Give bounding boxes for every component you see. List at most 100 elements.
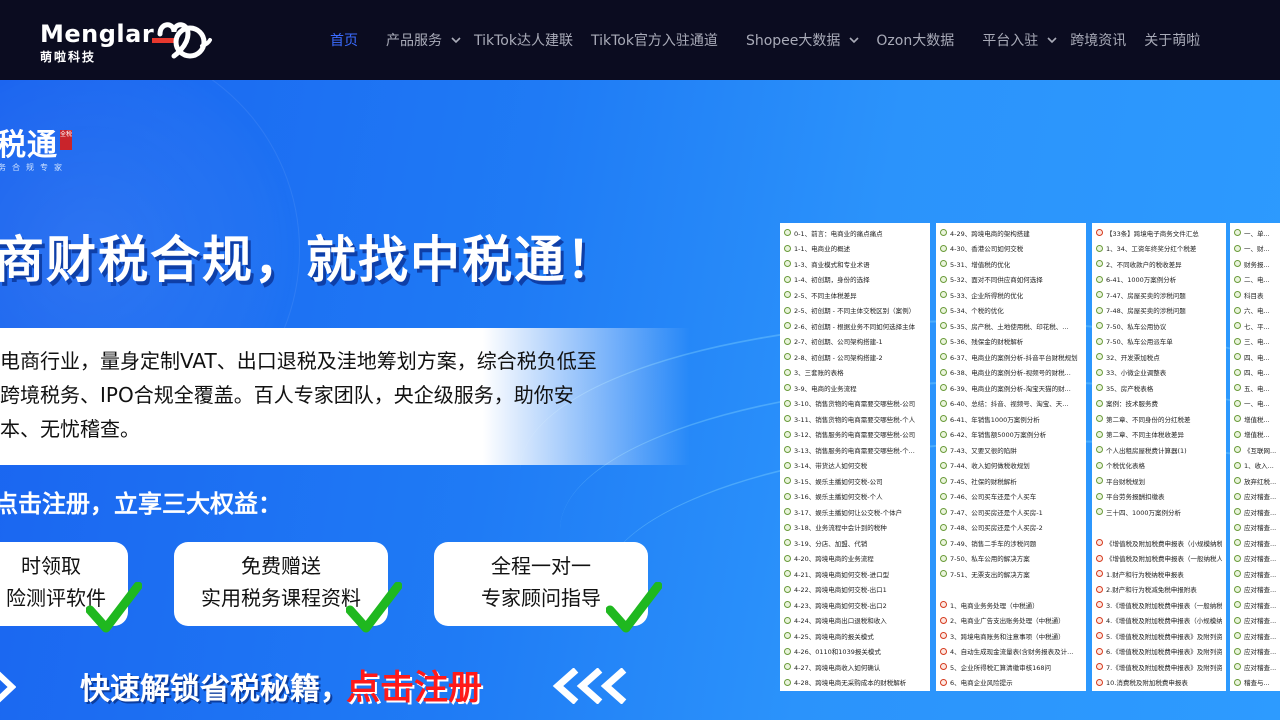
nav-home[interactable]: 首页 xyxy=(330,30,358,50)
document-icon xyxy=(784,678,791,686)
doc-title: 7-47、公司买房还是个人买房-1 xyxy=(950,508,1043,517)
promo-banner[interactable]: 税通 全税 务合规专家 商财税合规，就找中税通！ 电商行业，量身定制VAT、出口… xyxy=(0,80,1280,720)
document-icon xyxy=(940,291,947,299)
doc-title: 7-43、又要又很的陷阱 xyxy=(950,446,1017,455)
doc-title: 3、三套账的表格 xyxy=(794,369,844,378)
doc-title: 2-5、不同主体税差异 xyxy=(794,291,857,300)
doc-title: 7-44、收入如何做税收规划 xyxy=(950,462,1030,471)
doc-list-item: 4-20、跨境电商的业务流程 xyxy=(784,551,926,567)
doc-list-item: 平台财税规划 xyxy=(1096,473,1222,489)
nav-tiktok-official[interactable]: TikTok官方入驻通道 xyxy=(591,30,718,50)
doc-title: 应对稽查... xyxy=(1244,632,1277,641)
document-icon xyxy=(1234,430,1241,438)
document-icon xyxy=(1234,647,1241,655)
nav-about[interactable]: 关于萌啦 xyxy=(1144,30,1200,50)
doc-title: 应对稽查... xyxy=(1244,601,1277,610)
nav-about-label: 关于萌啦 xyxy=(1144,33,1201,49)
document-icon xyxy=(940,508,947,516)
document-icon xyxy=(940,337,947,345)
doc-list-item: 7-48、公司买房还是个人买房-2 xyxy=(940,520,1082,536)
document-icon xyxy=(1096,337,1103,345)
document-icon xyxy=(1234,678,1241,686)
doc-title: 2-8、初创期 - 公司架构搭建-2 xyxy=(794,353,883,362)
nav-products[interactable]: 产品服务 xyxy=(386,30,462,50)
doc-list-item: 七、平... xyxy=(1234,318,1280,334)
doc-list-item: 5-35、房产税、土地使用税、印花税、... xyxy=(940,318,1082,334)
doc-list-item: 增值税... xyxy=(1234,411,1280,427)
document-icon xyxy=(940,399,947,407)
document-icon xyxy=(1096,384,1103,392)
doc-list-item: 三、电... xyxy=(1234,334,1280,350)
doc-list-item: 平台劳务报酬扣缴表 xyxy=(1096,489,1222,505)
document-icon xyxy=(784,337,791,345)
doc-title: 3.《增值税及附加税费申报表（一般纳税... xyxy=(1106,601,1222,610)
site-logo[interactable]: Menglar 萌啦科技 xyxy=(40,16,230,66)
document-icon xyxy=(940,523,947,531)
nav-crossborder-news-label: 跨境资讯 xyxy=(1070,33,1127,49)
document-icon xyxy=(784,647,791,655)
doc-title: 增值税... xyxy=(1244,415,1270,424)
doc-list-item: 3-16、娱乐主播如何交税-个人 xyxy=(784,489,926,505)
doc-list-item: 3、跨境电商账务和注意事项（中税通） xyxy=(940,628,1082,644)
doc-list-item: 7-50、私车公用的解决方案 xyxy=(940,551,1082,567)
doc-title: 2.财产和行为税减免税申报附表 xyxy=(1106,586,1197,595)
document-icon xyxy=(1096,461,1103,469)
doc-title: 科目表 xyxy=(1244,291,1264,300)
doc-list-item: 2-5、初创期 - 不同主体交税区别（案例） xyxy=(784,303,926,319)
doc-title: 3-14、带货达人如何交税 xyxy=(794,462,868,471)
doc-list-item: 科目表 xyxy=(1234,287,1280,303)
doc-list-item: 3-17、娱乐主播如何让公交税-个体户 xyxy=(784,504,926,520)
doc-list-item: 应对稽查... xyxy=(1234,535,1280,551)
document-icon xyxy=(784,353,791,361)
doc-title: 三十四、1000万案例分析 xyxy=(1106,508,1182,517)
doc-list-item: 2-6、初创期 - 根据业务不同如何选择主体 xyxy=(784,318,926,334)
nav-home-label: 首页 xyxy=(330,33,358,49)
document-icon xyxy=(784,523,791,531)
register-cta[interactable]: 点击注册 xyxy=(346,660,482,709)
doc-title: 二、电... xyxy=(1244,276,1270,285)
nav-shopee-data[interactable]: Shopee大数据 xyxy=(746,30,860,50)
doc-title: 6-37、电商业的案例分析-抖音平台财税规划 xyxy=(950,353,1078,362)
doc-title: 四、电... xyxy=(1244,353,1270,362)
doc-list-item: 五、电... xyxy=(1234,380,1280,396)
doc-list-item: 6-41、1000万案例分析 xyxy=(1096,272,1222,288)
doc-list-item: 3-14、带货达人如何交税 xyxy=(784,458,926,474)
doc-list-item: 6-42、年销售额5000万案例分析 xyxy=(940,427,1082,443)
doc-title: 一、财... xyxy=(1244,245,1270,254)
doc-title: 应对稽查... xyxy=(1244,539,1277,548)
document-icon xyxy=(1096,446,1103,454)
doc-title: 四、电... xyxy=(1244,369,1270,378)
document-icon xyxy=(784,539,791,547)
doc-title: 6、电商企业风险提示 xyxy=(950,679,1013,688)
nav-crossborder-news[interactable]: 跨境资讯 xyxy=(1070,30,1126,50)
doc-title: 4-22、跨境电商如何交税-出口1 xyxy=(794,586,887,595)
doc-list-item: 1、收入... xyxy=(1234,458,1280,474)
doc-list-item: 6-41、年销售1000万案例分析 xyxy=(940,411,1082,427)
doc-title: 3-17、娱乐主播如何让公交税-个体户 xyxy=(794,508,903,517)
doc-list-item: 5-34、个税的优化 xyxy=(940,303,1082,319)
doc-title: 3-9、电商的业务流程 xyxy=(794,384,857,393)
nav-platform-entry[interactable]: 平台入驻 xyxy=(982,30,1058,50)
doc-list-item: 4-27、跨境电商收入如何确认 xyxy=(784,659,926,675)
document-icon xyxy=(784,306,791,314)
doc-title: 第二章、不同主体税收差异 xyxy=(1106,431,1184,440)
nav-ozon-data[interactable]: Ozon大数据 xyxy=(876,30,954,50)
document-icon xyxy=(1096,601,1103,609)
doc-title: 平台劳务报酬扣缴表 xyxy=(1106,493,1165,502)
document-icon xyxy=(1096,229,1103,237)
doc-title: 案例：技术服务费 xyxy=(1106,400,1158,409)
document-icon xyxy=(1234,368,1241,376)
document-icon xyxy=(784,244,791,252)
doc-title: 《增值税及附加税费申报表（小规模纳税... xyxy=(1106,539,1222,548)
document-icon xyxy=(1096,616,1103,624)
doc-title: 6-40、总结：抖音、视频号、淘宝、天... xyxy=(950,400,1069,409)
document-icon xyxy=(1234,492,1241,500)
chevron-down-icon xyxy=(1047,37,1057,44)
document-icon xyxy=(1234,384,1241,392)
doc-list-item: 1-3、商业模式和专业术语 xyxy=(784,256,926,272)
document-icon xyxy=(784,322,791,330)
doc-title: 7-47、房屋买卖的涉税问题 xyxy=(1106,291,1186,300)
doc-list-item: 7.《增值税及附加税费申报表》及附列资... xyxy=(1096,659,1222,675)
doc-list-item: 7-50、私车公用派车单 xyxy=(1096,334,1222,350)
nav-tiktok-creators[interactable]: TikTok达人建联 xyxy=(474,30,573,50)
